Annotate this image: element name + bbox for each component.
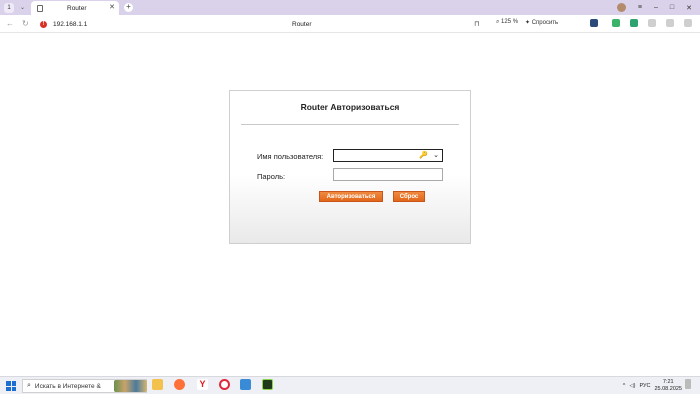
zoom-value: 125 % bbox=[501, 19, 519, 25]
opera-icon[interactable] bbox=[219, 379, 230, 390]
search-highlight-image[interactable] bbox=[114, 380, 147, 392]
ask-button[interactable]: ✦ Спросить bbox=[525, 19, 558, 26]
tab-list-chevron-icon[interactable]: ⌄ bbox=[20, 4, 25, 11]
zoom-indicator[interactable]: ⌕ 125 % bbox=[496, 19, 518, 26]
app-terminal-icon[interactable] bbox=[262, 379, 273, 390]
browser-tab-strip: 1 ⌄ Router ✕ + ≡ – □ ✕ bbox=[0, 0, 700, 15]
extension-translate-icon[interactable] bbox=[590, 19, 598, 27]
downloads-icon[interactable] bbox=[684, 19, 692, 27]
reset-button[interactable]: Сброс bbox=[393, 191, 425, 202]
username-label: Имя пользователя: bbox=[257, 152, 324, 161]
extension-shield-icon[interactable] bbox=[612, 19, 620, 27]
minimize-icon[interactable]: – bbox=[654, 4, 658, 11]
password-field[interactable] bbox=[333, 168, 443, 181]
tray-chevron-icon[interactable]: ^ bbox=[623, 383, 626, 389]
url-field[interactable]: ! 192.168.1.1 Router ⊓ bbox=[40, 18, 488, 30]
speaker-icon[interactable]: ◁) bbox=[629, 383, 635, 389]
login-heading: Router Авторизоваться bbox=[300, 102, 400, 112]
url-text[interactable]: 192.168.1.1 bbox=[53, 21, 87, 28]
not-secure-icon[interactable]: ! bbox=[40, 20, 47, 28]
login-panel: Router Авторизоваться Имя пользователя: … bbox=[229, 90, 471, 244]
back-arrow-icon[interactable]: ← bbox=[6, 19, 16, 28]
divider bbox=[241, 124, 459, 125]
app-window-icon[interactable] bbox=[240, 379, 251, 390]
clock-date: 25.08.2025 bbox=[654, 386, 682, 392]
language-indicator[interactable]: РУС bbox=[639, 383, 650, 389]
search-icon: ⌕ bbox=[27, 382, 31, 389]
extension-square-icon[interactable] bbox=[630, 19, 638, 27]
taskbar-search-text: Искать в Интернете & bbox=[34, 382, 101, 390]
tab-counter[interactable]: 1 bbox=[4, 2, 14, 13]
document-icon bbox=[37, 4, 43, 12]
tab-title: Router bbox=[67, 4, 87, 12]
window-controls: ≡ – □ ✕ bbox=[616, 0, 700, 15]
login-button[interactable]: Авторизоваться bbox=[319, 191, 383, 202]
firefox-icon[interactable] bbox=[174, 379, 185, 390]
profile-avatar[interactable] bbox=[616, 3, 626, 12]
collections-icon[interactable] bbox=[666, 19, 674, 27]
bookmark-icon[interactable]: ⊓ bbox=[474, 20, 479, 28]
password-label: Пароль: bbox=[257, 172, 286, 181]
tab-router[interactable]: Router ✕ bbox=[31, 1, 119, 15]
close-window-icon[interactable]: ✕ bbox=[686, 4, 692, 12]
key-icon[interactable]: 🔑 bbox=[419, 151, 428, 159]
page-title: Router bbox=[292, 20, 312, 28]
refresh-icon[interactable]: ↻ bbox=[22, 19, 32, 28]
ask-label: Спросить bbox=[531, 20, 559, 26]
chevron-down-icon[interactable]: ⌄ bbox=[433, 151, 439, 159]
username-field[interactable]: 🔑 ⌄ bbox=[333, 149, 443, 162]
show-desktop-button[interactable] bbox=[685, 379, 691, 389]
windows-start-icon[interactable] bbox=[6, 381, 16, 391]
tab-close-icon[interactable]: ✕ bbox=[109, 3, 115, 11]
clock[interactable]: 7:21 25.08.2025 bbox=[654, 379, 682, 393]
new-tab-button[interactable]: + bbox=[124, 3, 133, 12]
extensions-puzzle-icon[interactable] bbox=[648, 19, 656, 27]
clock-time: 7:21 bbox=[662, 379, 674, 385]
menu-icon[interactable]: ≡ bbox=[638, 4, 642, 11]
system-tray: ^ ◁) РУС 7:21 25.08.2025 bbox=[623, 377, 682, 394]
file-explorer-icon[interactable] bbox=[152, 379, 163, 390]
taskbar: ⌕ Искать в Интернете & ^ ◁) РУС 7:21 25.… bbox=[0, 376, 700, 394]
yandex-browser-icon[interactable]: Y bbox=[197, 379, 208, 390]
maximize-icon[interactable]: □ bbox=[670, 4, 674, 11]
